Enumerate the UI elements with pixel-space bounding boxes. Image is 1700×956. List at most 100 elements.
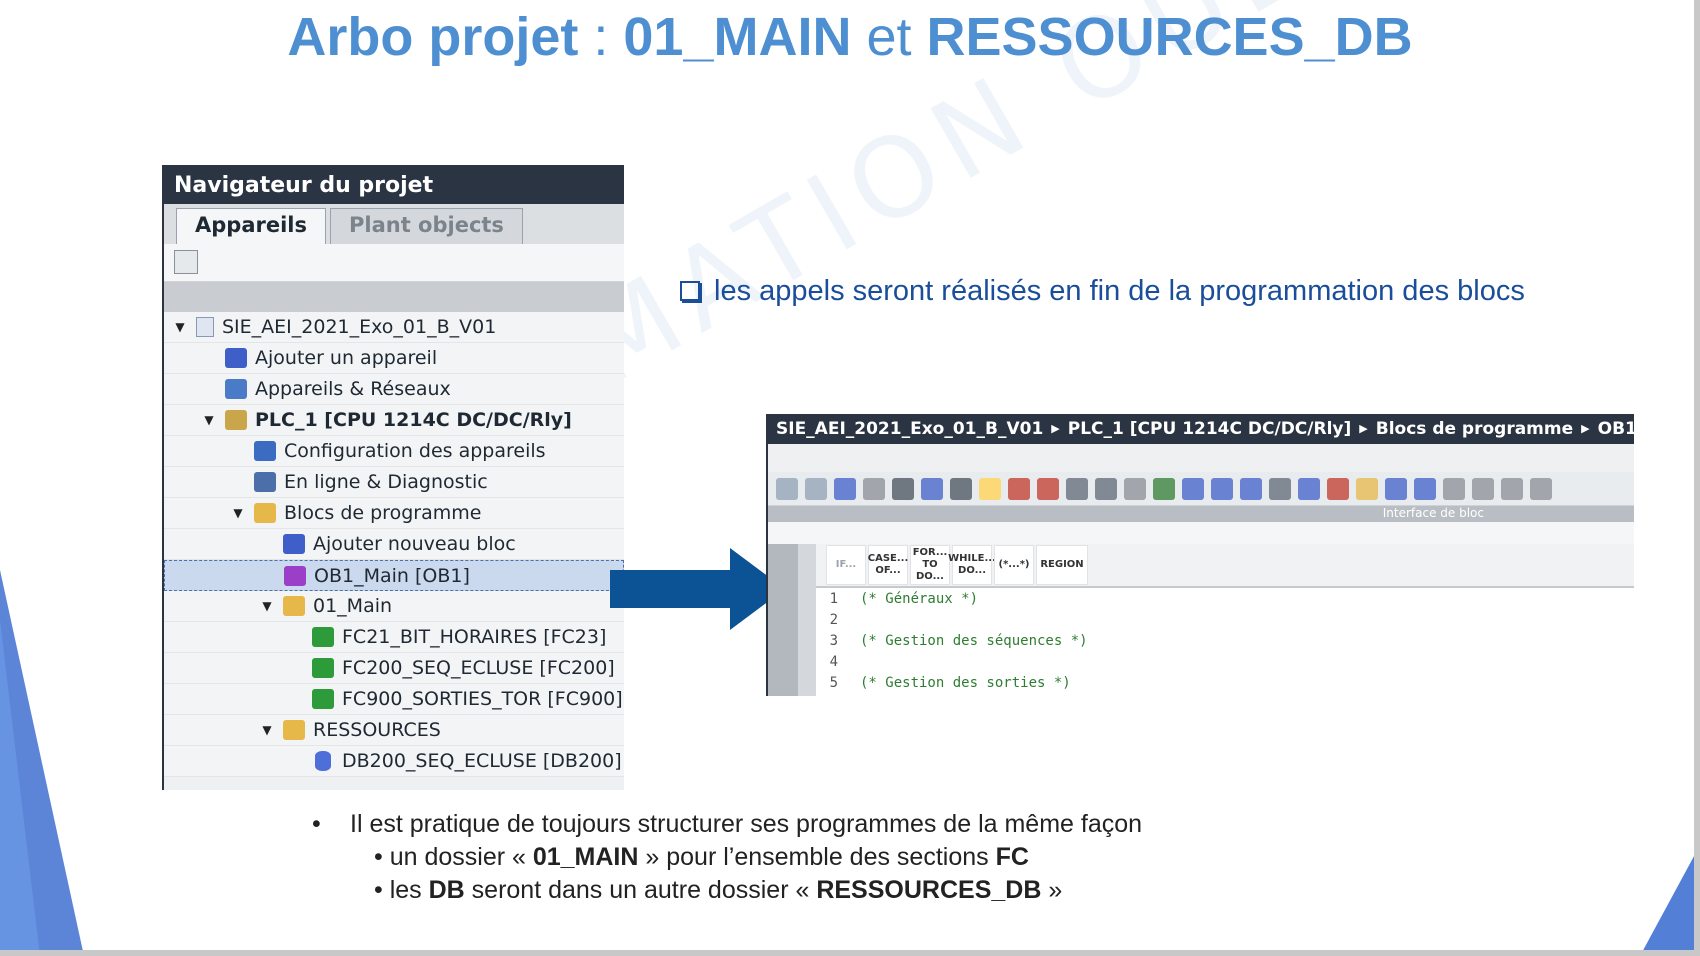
expand-toggle-icon[interactable]: ▼ — [201, 413, 217, 427]
toolbar-tool-icon[interactable] — [921, 477, 943, 500]
expand-toggle-icon[interactable]: ▼ — [259, 723, 275, 737]
code-line[interactable]: 1 (* Généraux *) — [816, 588, 1634, 609]
toolbar-tool-icon[interactable] — [1414, 477, 1436, 500]
expand-toggle-icon[interactable]: ▼ — [259, 599, 275, 613]
code-line[interactable]: 2 — [816, 609, 1634, 630]
keyword-button[interactable]: CASE... OF... — [868, 545, 908, 585]
tree-item[interactable]: En ligne & Diagnostic — [164, 467, 624, 498]
bullet-main-text: Il est pratique de toujours structurer s… — [350, 810, 1143, 838]
overview-icon[interactable] — [174, 250, 198, 274]
tab-plant-objects[interactable]: Plant objects — [329, 208, 523, 244]
expand-toggle-icon[interactable]: ▼ — [230, 506, 246, 520]
project-icon — [196, 317, 214, 337]
tree-item-label: SIE_AEI_2021_Exo_01_B_V01 — [222, 316, 497, 338]
block-interface-label[interactable]: Interface de bloc — [768, 506, 1634, 522]
tab-appareils[interactable]: Appareils — [176, 208, 326, 244]
tree-item[interactable]: ▼ Blocs de programme — [164, 498, 624, 529]
breadcrumb-plc[interactable]: PLC_1 [CPU 1214C DC/DC/Rly] — [1068, 419, 1352, 439]
line-number: 5 — [829, 674, 838, 691]
toolbar-tool-icon[interactable] — [1066, 477, 1088, 500]
code-line[interactable]: 4 — [816, 651, 1634, 672]
toolbar-tool-icon[interactable] — [892, 477, 914, 500]
toolbar-tool-icon[interactable] — [1385, 477, 1407, 500]
tree-item-label: RESSOURCES — [313, 719, 441, 741]
breadcrumb-project[interactable]: SIE_AEI_2021_Exo_01_B_V01 — [776, 419, 1043, 439]
code-area[interactable]: IF... CASE... OF... FOR... TO DO... WHILE..… — [816, 544, 1634, 696]
toolbar-tool-icon[interactable] — [1211, 477, 1233, 500]
tree-item[interactable]: Ajouter un appareil — [164, 343, 624, 374]
toolbar-tool-icon[interactable] — [776, 477, 798, 500]
tree-item-label: Ajouter nouveau bloc — [313, 533, 516, 555]
toolbar-tool-icon[interactable] — [1240, 477, 1262, 500]
callout-text: les appels seront réalisés en fin de la … — [714, 275, 1525, 307]
fc-block-icon — [312, 658, 334, 678]
breadcrumb-blocks[interactable]: Blocs de programme — [1376, 419, 1573, 439]
sub1-folder-name: 01_MAIN — [532, 843, 639, 871]
code-line[interactable]: 5 (* Gestion des sorties *) — [816, 672, 1634, 693]
tree-item[interactable]: ▼ RESSOURCES — [164, 715, 624, 746]
bullet-sub-2: • les DB seront dans un autre dossier « … — [312, 874, 1142, 907]
toolbar-tool-icon[interactable] — [1037, 477, 1059, 500]
toolbar-tool-icon[interactable] — [1008, 477, 1030, 500]
toolbar-tool-icon[interactable] — [1472, 477, 1494, 500]
toolbar-tool-icon[interactable] — [1153, 477, 1175, 500]
sub2-db: DB — [428, 876, 465, 904]
toolbar-tool-icon[interactable] — [1327, 477, 1349, 500]
tree-item-label: Ajouter un appareil — [255, 347, 438, 369]
tree-item[interactable]: ▼ 01_Main — [164, 591, 624, 622]
toolbar-tool-icon[interactable] — [1095, 477, 1117, 500]
tree-item[interactable]: FC21_BIT_HORAIRES [FC23] — [164, 622, 624, 653]
toolbar-tool-icon[interactable] — [1530, 477, 1552, 500]
tree-item-label: FC21_BIT_HORAIRES [FC23] — [342, 626, 607, 648]
toolbar-tool-icon[interactable] — [1501, 477, 1523, 500]
tree-item[interactable]: FC900_SORTIES_TOR [FC900] — [164, 684, 624, 715]
sub2-folder-name: RESSOURCES_DB — [816, 876, 1042, 904]
navigator-tabs: Appareils Plant objects — [164, 204, 624, 244]
tree-item[interactable]: ▼ PLC_1 [CPU 1214C DC/DC/Rly] — [164, 405, 624, 436]
navigator-title: Navigateur du projet — [164, 165, 624, 204]
tree-item[interactable]: Ajouter nouveau bloc — [164, 529, 624, 560]
toolbar-tool-icon[interactable] — [950, 477, 972, 500]
keyword-button[interactable]: REGION — [1036, 545, 1088, 585]
toolbar-tool-icon[interactable] — [1356, 477, 1378, 500]
toolbar-tool-icon[interactable] — [979, 477, 1001, 500]
keyword-button[interactable]: (*...*) — [994, 545, 1034, 585]
tree-item[interactable]: Appareils & Réseaux — [164, 374, 624, 405]
navigator-separator — [164, 282, 624, 312]
tree-item[interactable]: OB1_Main [OB1] — [164, 560, 624, 591]
sub1-text-c: » pour l’ensemble des sections — [638, 843, 996, 871]
expand-toggle-icon[interactable]: ▼ — [172, 320, 188, 334]
keyword-button[interactable]: FOR... TO DO... — [910, 545, 950, 585]
code-line[interactable]: 3 (* Gestion des séquences *) — [816, 630, 1634, 651]
project-tree: ▼ SIE_AEI_2021_Exo_01_B_V01 Ajouter un app… — [164, 312, 624, 777]
editor-breadcrumb: SIE_AEI_2021_Exo_01_B_V01 ▶ PLC_1 [CPU 121… — [768, 416, 1634, 444]
toolbar-tool-icon[interactable] — [1182, 477, 1204, 500]
folder-icon — [254, 503, 276, 523]
toolbar-tool-icon[interactable] — [805, 477, 827, 500]
project-navigator: Navigateur du projet Appareils Plant obj… — [162, 165, 624, 790]
code-comment: (* Gestion des séquences *) — [860, 632, 1088, 649]
tree-item-label: En ligne & Diagnostic — [284, 471, 488, 493]
editor-toolbar — [768, 472, 1634, 506]
line-number: 3 — [829, 632, 838, 649]
line-number: 4 — [829, 653, 838, 670]
toolbar-tool-icon[interactable] — [1124, 477, 1146, 500]
code-comment: (* Gestion des sorties *) — [860, 674, 1071, 691]
tree-item[interactable]: FC200_SEQ_ECLUSE [FC200] — [164, 653, 624, 684]
editor-gutter-inner — [798, 544, 816, 696]
tree-item[interactable]: DB200_SEQ_ECLUSE [DB200] — [164, 746, 624, 777]
toolbar-tool-icon[interactable] — [1269, 477, 1291, 500]
toolbar-tool-icon[interactable] — [1298, 477, 1320, 500]
keyword-button[interactable]: WHILE... DO... — [948, 545, 996, 585]
breadcrumb-ob1[interactable]: OB1_Main [OB1] — [1598, 419, 1634, 439]
editor-spacer — [768, 444, 1634, 472]
toolbar-tool-icon[interactable] — [863, 477, 885, 500]
keyword-button[interactable]: IF... — [826, 545, 866, 585]
tree-item[interactable]: Configuration des appareils — [164, 436, 624, 467]
toolbar-tool-icon[interactable] — [834, 477, 856, 500]
callout-bullet: les appels seront réalisés en fin de la … — [680, 275, 1525, 308]
tree-item[interactable]: ▼ SIE_AEI_2021_Exo_01_B_V01 — [164, 312, 624, 343]
bullet-main: • Il est pratique de toujours structurer … — [312, 808, 1142, 841]
folder-icon — [283, 596, 305, 616]
toolbar-tool-icon[interactable] — [1443, 477, 1465, 500]
